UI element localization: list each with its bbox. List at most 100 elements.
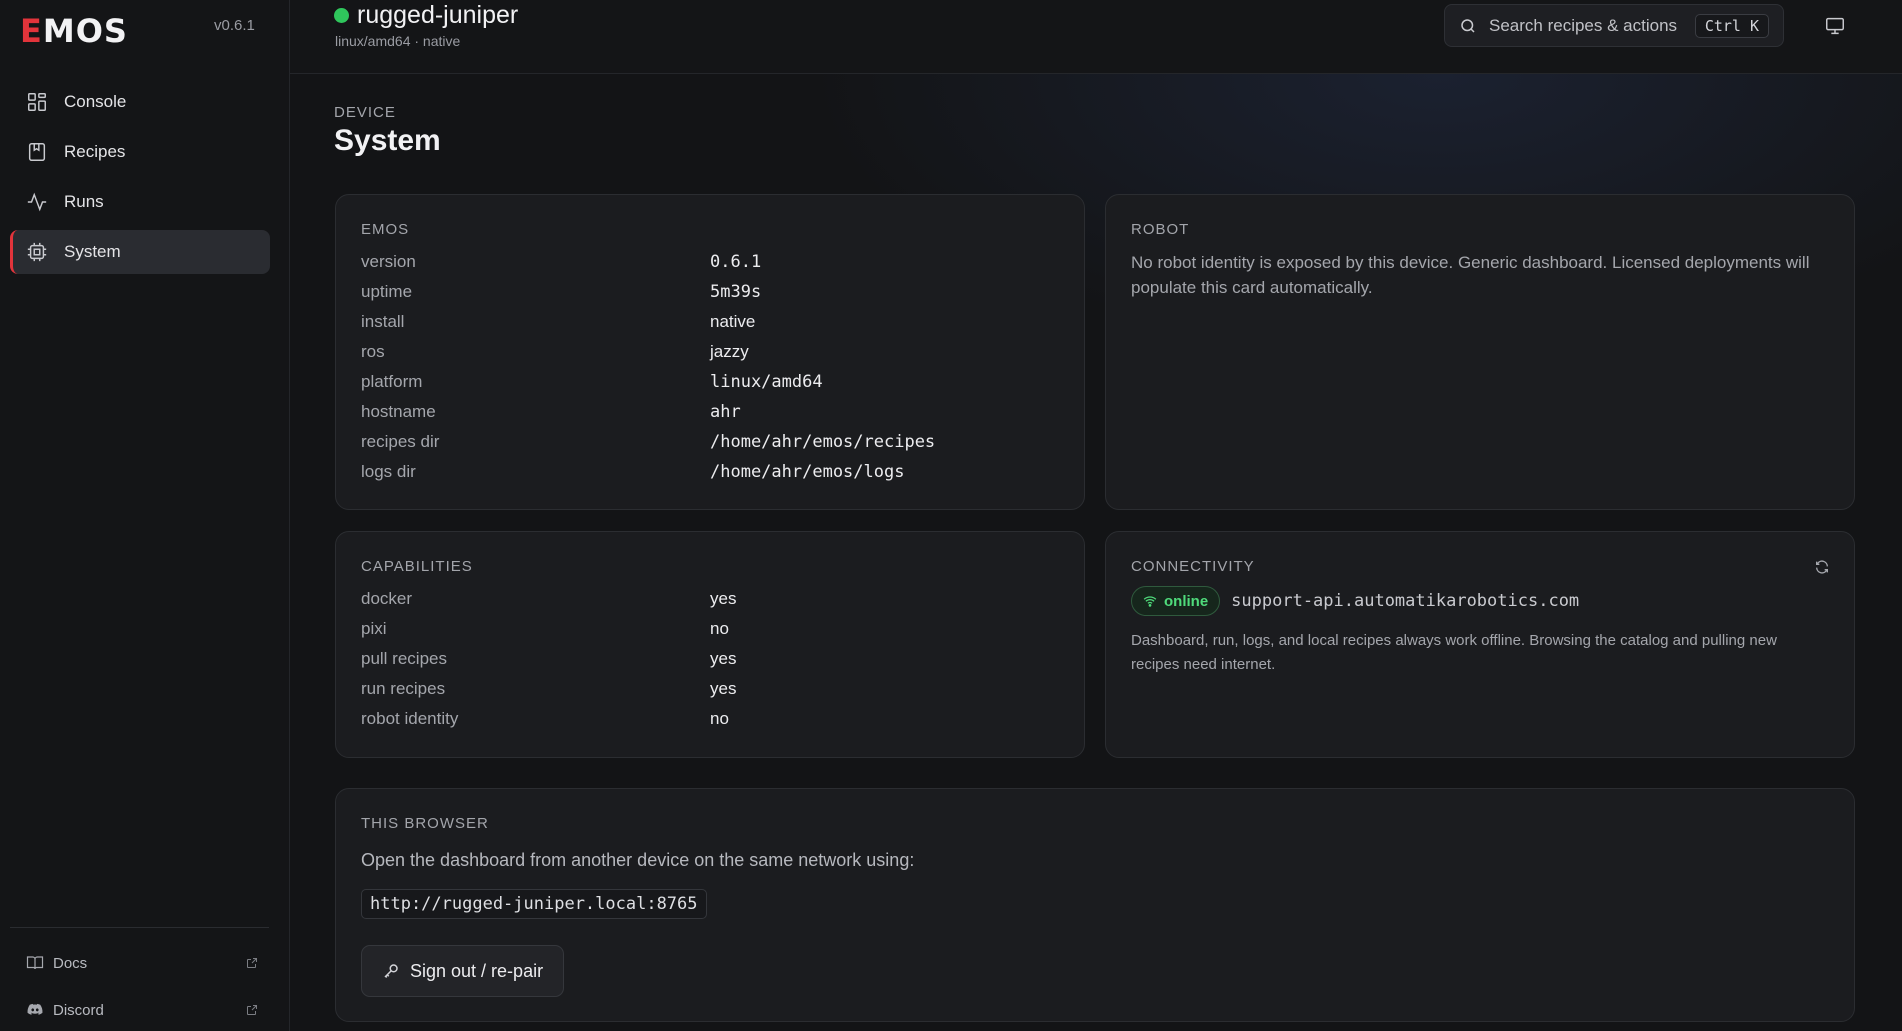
capability-row: run recipes yes <box>361 674 1059 704</box>
sidebar-item-label: Console <box>64 92 127 111</box>
sidebar-item-label: Runs <box>64 192 104 211</box>
sidebar-item-recipes[interactable]: Recipes <box>10 130 270 174</box>
monitor-icon[interactable] <box>1824 15 1846 37</box>
search-shortcut: Ctrl K <box>1694 13 1769 38</box>
connectivity-note: Dashboard, run, logs, and local recipes … <box>1131 632 1777 673</box>
browser-instructions: Open the dashboard from another device o… <box>361 850 915 870</box>
emos-card: EMOS version 0.6.1 uptime 5m39s install … <box>335 194 1085 510</box>
info-value: native <box>710 312 756 331</box>
search-input[interactable] <box>1489 15 1689 36</box>
info-row: recipes dir /home/ahr/emos/recipes <box>361 427 1059 457</box>
card-title: THIS BROWSER <box>361 815 489 832</box>
capability-value: yes <box>710 589 737 608</box>
info-row: logs dir /home/ahr/emos/logs <box>361 457 1059 487</box>
discord-label: Discord <box>53 1001 104 1019</box>
status-label: online <box>1164 592 1209 610</box>
host-status-dot <box>334 8 349 23</box>
capability-key: pixi <box>361 619 387 638</box>
info-value: jazzy <box>710 342 749 361</box>
capabilities-list: docker yes pixi no pull recipes yes run … <box>361 584 1059 734</box>
capability-key: run recipes <box>361 679 446 698</box>
sign-out-button[interactable]: Sign out / re-pair <box>361 945 565 997</box>
capability-row: pull recipes yes <box>361 644 1059 674</box>
refresh-icon[interactable] <box>1814 559 1830 575</box>
emos-info-list: version 0.6.1 uptime 5m39s install nativ… <box>361 247 1059 487</box>
logo-letters: MOS <box>42 12 128 50</box>
host-platform: linux/amd64 · native <box>335 33 461 49</box>
info-row: ros jazzy <box>361 337 1059 367</box>
page-title: System <box>334 124 441 157</box>
logo-letter-e: E <box>20 12 43 50</box>
robot-card: ROBOT No robot identity is exposed by th… <box>1105 194 1855 510</box>
page-section-label: DEVICE <box>334 104 396 121</box>
info-key: install <box>361 312 405 331</box>
grid-icon <box>26 91 48 113</box>
connectivity-status-row: online support-api.automatikarobotics.co… <box>1131 586 1579 616</box>
cpu-icon <box>26 241 48 263</box>
info-row: version 0.6.1 <box>361 247 1059 277</box>
info-value: 0.6.1 <box>710 252 762 272</box>
this-browser-card: THIS BROWSER Open the dashboard from ano… <box>335 788 1855 1022</box>
sidebar-item-label: Recipes <box>64 142 126 161</box>
info-value: ahr <box>710 402 741 422</box>
card-title: CAPABILITIES <box>361 558 473 575</box>
docs-link[interactable]: Docs <box>26 951 258 975</box>
sidebar-item-runs[interactable]: Runs <box>10 180 270 224</box>
info-key: uptime <box>361 282 413 301</box>
capability-key: pull recipes <box>361 649 447 668</box>
search-icon <box>1459 17 1477 35</box>
sidebar-item-label: System <box>64 242 121 261</box>
sidebar-item-console[interactable]: Console <box>10 80 270 124</box>
card-title: ROBOT <box>1131 221 1190 238</box>
capability-value: yes <box>710 649 737 668</box>
info-key: recipes dir <box>361 432 440 451</box>
info-value: /home/ahr/emos/logs <box>710 462 905 482</box>
connectivity-card: CONNECTIVITY online support-api.automati… <box>1105 531 1855 758</box>
external-link-icon <box>246 1004 258 1016</box>
dashboard-url[interactable]: http://rugged-juniper.local:8765 <box>361 889 707 919</box>
info-row: hostname ahr <box>361 397 1059 427</box>
discord-icon <box>26 1001 44 1019</box>
connectivity-host: support-api.automatikarobotics.com <box>1231 591 1580 611</box>
info-key: hostname <box>361 402 436 421</box>
key-icon <box>382 962 400 980</box>
top-bar: rugged-juniper linux/amd64 · native Ctrl… <box>290 0 1902 74</box>
sidebar: EMOS v0.6.1 Console Recipes Runs System <box>0 0 290 1031</box>
capability-row: pixi no <box>361 614 1059 644</box>
info-value: 5m39s <box>710 282 762 302</box>
sidebar-nav: Console Recipes Runs System <box>10 80 270 280</box>
capability-row: robot identity no <box>361 704 1059 734</box>
info-row: install native <box>361 307 1059 337</box>
info-key: platform <box>361 372 423 391</box>
sign-out-label: Sign out / re-pair <box>410 960 544 981</box>
info-key: ros <box>361 342 385 361</box>
external-link-icon <box>246 957 258 969</box>
search-box[interactable]: Ctrl K <box>1444 4 1784 47</box>
wifi-icon <box>1143 594 1157 608</box>
discord-link[interactable]: Discord <box>26 998 258 1022</box>
capability-row: docker yes <box>361 584 1059 614</box>
card-title: CONNECTIVITY <box>1131 558 1255 575</box>
info-key: version <box>361 252 416 271</box>
online-status-badge: online <box>1131 586 1221 616</box>
card-title: EMOS <box>361 221 410 238</box>
app-version: v0.6.1 <box>214 17 255 34</box>
host-name: rugged-juniper <box>357 1 519 29</box>
activity-icon <box>26 191 48 213</box>
info-row: platform linux/amd64 <box>361 367 1059 397</box>
capability-value: no <box>710 709 729 728</box>
info-key: logs dir <box>361 462 416 481</box>
info-value: /home/ahr/emos/recipes <box>710 432 936 452</box>
sidebar-item-system[interactable]: System <box>10 230 270 274</box>
book-icon <box>26 141 48 163</box>
sidebar-divider <box>10 927 269 928</box>
info-row: uptime 5m39s <box>361 277 1059 307</box>
capability-key: docker <box>361 589 413 608</box>
capability-value: no <box>710 619 729 638</box>
emos-logo[interactable]: EMOS <box>20 12 128 50</box>
info-value: linux/amd64 <box>710 372 823 392</box>
book-open-icon <box>26 954 44 972</box>
capabilities-card: CAPABILITIES docker yes pixi no pull rec… <box>335 531 1085 758</box>
capability-value: yes <box>710 679 737 698</box>
robot-info-text: No robot identity is exposed by this dev… <box>1131 253 1810 297</box>
